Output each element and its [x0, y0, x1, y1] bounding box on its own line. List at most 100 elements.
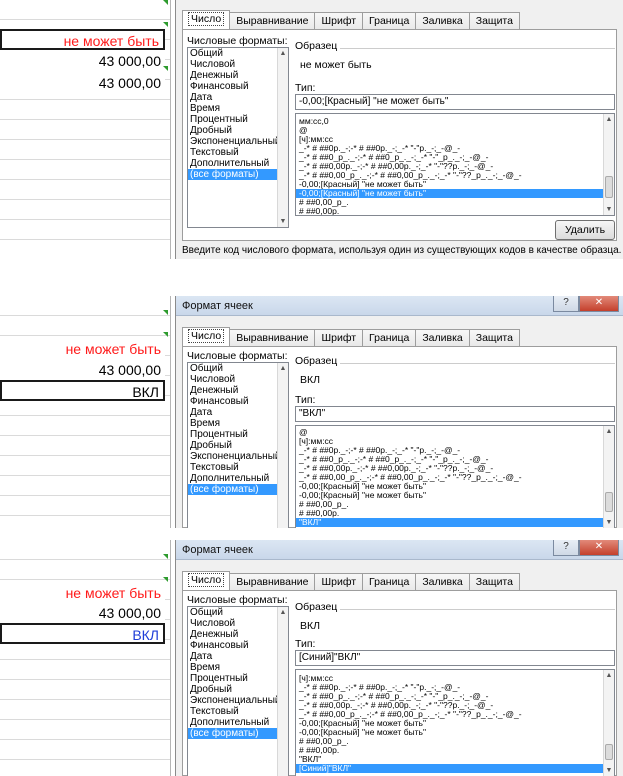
category-scrollbar[interactable]: ▲ ▼ — [277, 48, 288, 227]
cell-number-value[interactable]: 43 000,00 — [0, 603, 165, 624]
format-code-list[interactable]: @ [ч]:мм:сс _-* # ##0р._-;-* # ##0р._-;_-*… — [295, 425, 615, 528]
category-item[interactable]: Время — [188, 418, 288, 429]
type-input[interactable]: [Синий]"ВКЛ" — [295, 650, 615, 666]
format-code-item[interactable]: -0,00;[Красный] "не может быть" — [296, 180, 614, 189]
cell-text-value[interactable]: не может быть — [0, 583, 165, 604]
format-scrollbar[interactable]: ▲ ▼ — [603, 114, 614, 215]
category-item[interactable]: Общий — [188, 607, 288, 618]
category-item[interactable]: Процентный — [188, 429, 288, 440]
format-code-item[interactable]: "ВКЛ" — [296, 755, 614, 764]
format-code-item[interactable]: _-* # ##0_р_._-;-* # ##0_р_._-;_-* "-"_р… — [296, 455, 614, 464]
tab-5[interactable]: Заливка — [415, 573, 470, 590]
category-item[interactable]: Дополнительный — [188, 158, 288, 169]
format-code-item[interactable]: _-* # ##0р._-;-* # ##0р._-;_-* "-"р._-;_… — [296, 446, 614, 455]
cell-number-value[interactable]: 43 000,00 — [0, 51, 165, 72]
tab-1[interactable]: Число — [182, 571, 231, 590]
cell-text-value[interactable]: не может быть — [0, 29, 165, 50]
category-item[interactable]: Финансовый — [188, 640, 288, 651]
category-scrollbar[interactable]: ▲ — [277, 363, 288, 528]
format-code-item[interactable]: @ — [296, 428, 614, 437]
format-code-item[interactable]: [ч]:мм:сс — [296, 135, 614, 144]
category-item[interactable]: Денежный — [188, 629, 288, 640]
tab-3[interactable]: Шрифт — [314, 12, 364, 29]
format-code-item[interactable]: мм:сс,0 — [296, 117, 614, 126]
format-code-item[interactable]: _-* # ##0,00р._-;-* # ##0,00р._-;_-* "-"… — [296, 464, 614, 473]
category-item[interactable]: Числовой — [188, 618, 288, 629]
tab-3[interactable]: Шрифт — [314, 329, 364, 346]
cell-text-value[interactable]: ВКЛ — [0, 380, 165, 401]
close-icon[interactable]: ✕ — [579, 296, 619, 312]
format-code-item[interactable]: "ВКЛ" — [296, 518, 614, 527]
category-item[interactable]: Дробный — [188, 440, 288, 451]
format-scrollbar[interactable]: ▲ ▼ — [603, 426, 614, 528]
type-input[interactable]: "ВКЛ" — [295, 406, 615, 422]
format-code-item[interactable]: [ч]:мм:сс — [296, 437, 614, 446]
category-list[interactable]: Общий Числовой Денежный Финансовый Дата Время… — [187, 362, 289, 528]
format-code-item[interactable]: _-* # ##0,00_р_._-;-* # ##0,00_р_._-;_-*… — [296, 710, 614, 719]
cell-text-value[interactable]: не может быть — [0, 339, 165, 360]
category-item[interactable]: Денежный — [188, 70, 288, 81]
format-scrollbar[interactable]: ▲ ▼ — [603, 670, 614, 776]
category-item[interactable]: Числовой — [188, 59, 288, 70]
category-item[interactable]: (все форматы) — [188, 728, 288, 739]
category-item[interactable]: (все форматы) — [188, 169, 288, 180]
tab-1[interactable]: Число — [182, 10, 231, 29]
tab-2[interactable]: Выравнивание — [229, 573, 316, 590]
format-code-item[interactable]: # ##0,00_р_. — [296, 198, 614, 207]
tab-5[interactable]: Заливка — [415, 329, 470, 346]
scroll-up-icon[interactable]: ▲ — [278, 607, 288, 618]
format-code-item[interactable]: [Синий]"ВКЛ" — [296, 764, 614, 773]
tab-2[interactable]: Выравнивание — [229, 329, 316, 346]
category-list[interactable]: Общий Числовой Денежный Финансовый Дата Время… — [187, 606, 289, 776]
scroll-down-icon[interactable]: ▼ — [604, 765, 614, 776]
category-item[interactable]: Дробный — [188, 125, 288, 136]
format-code-item[interactable]: _-* # ##0р._-;-* # ##0р._-;_-* "-"р._-;_… — [296, 683, 614, 692]
category-item[interactable]: Текстовый — [188, 706, 288, 717]
format-code-list[interactable]: [ч]:мм:сс _-* # ##0р._-;-* # ##0р._-;_-* … — [295, 669, 615, 776]
category-scrollbar[interactable]: ▲ — [277, 607, 288, 776]
category-item[interactable]: Процентный — [188, 673, 288, 684]
tab-5[interactable]: Заливка — [415, 12, 470, 29]
cell-number-value[interactable]: 43 000,00 — [0, 73, 165, 94]
scroll-down-icon[interactable]: ▼ — [604, 517, 614, 528]
format-code-item[interactable]: -0,00;[Красный] "не может быть" — [296, 719, 614, 728]
help-button[interactable]: ? — [553, 540, 579, 556]
help-button[interactable]: ? — [553, 296, 579, 312]
format-code-item[interactable]: [ч]:мм:сс — [296, 674, 614, 683]
close-icon[interactable]: ✕ — [579, 540, 619, 556]
format-code-item[interactable]: # ##0,00_р_. — [296, 737, 614, 746]
category-item[interactable]: Общий — [188, 363, 288, 374]
category-item[interactable]: Дата — [188, 92, 288, 103]
format-code-item[interactable]: -0,00;[Красный] "не может быть" — [296, 491, 614, 500]
format-code-item[interactable]: _-* # ##0,00р._-;-* # ##0,00р._-;_-* "-"… — [296, 162, 614, 171]
format-code-item[interactable]: # ##0,00р. — [296, 207, 614, 215]
cell-text-value[interactable]: ВКЛ — [0, 623, 165, 644]
category-item[interactable]: Дополнительный — [188, 717, 288, 728]
category-item[interactable]: Процентный — [188, 114, 288, 125]
tab-6[interactable]: Защита — [468, 573, 520, 590]
category-item[interactable]: Финансовый — [188, 396, 288, 407]
format-code-item[interactable]: @ — [296, 126, 614, 135]
category-item[interactable]: Время — [188, 103, 288, 114]
format-code-item[interactable]: _-* # ##0_р_._-;-* # ##0_р_._-;_-* "-"_р… — [296, 153, 614, 162]
format-code-item[interactable]: _-* # ##0,00р._-;-* # ##0,00р._-;_-* "-"… — [296, 701, 614, 710]
tab-4[interactable]: Граница — [362, 329, 417, 346]
format-code-item[interactable]: -0,00;[Красный] "не может быть" — [296, 728, 614, 737]
format-code-item[interactable]: -0,00;[Красный] "не может быть" — [296, 482, 614, 491]
delete-button[interactable]: Удалить — [555, 220, 615, 240]
scroll-down-icon[interactable]: ▼ — [278, 216, 288, 227]
category-item[interactable]: Дополнительный — [188, 473, 288, 484]
scroll-thumb[interactable] — [605, 744, 613, 760]
format-code-item[interactable]: _-* # ##0_р_._-;-* # ##0_р_._-;_-* "-"_р… — [296, 692, 614, 701]
category-item[interactable]: Дробный — [188, 684, 288, 695]
tab-3[interactable]: Шрифт — [314, 573, 364, 590]
format-code-item[interactable]: _-* # ##0р._-;-* # ##0р._-;_-* "-"р._-;_… — [296, 144, 614, 153]
tab-6[interactable]: Защита — [468, 329, 520, 346]
format-code-item[interactable]: _-* # ##0,00_р_._-;-* # ##0,00_р_._-;_-*… — [296, 171, 614, 180]
category-item[interactable]: Текстовый — [188, 147, 288, 158]
category-item[interactable]: Дата — [188, 407, 288, 418]
category-item[interactable]: Текстовый — [188, 462, 288, 473]
category-item[interactable]: Экспоненциальный — [188, 451, 288, 462]
format-code-item[interactable]: -0,00;[Красный] "не может быть" — [296, 189, 614, 198]
category-list[interactable]: Общий Числовой Денежный Финансовый Дата Время… — [187, 47, 289, 228]
